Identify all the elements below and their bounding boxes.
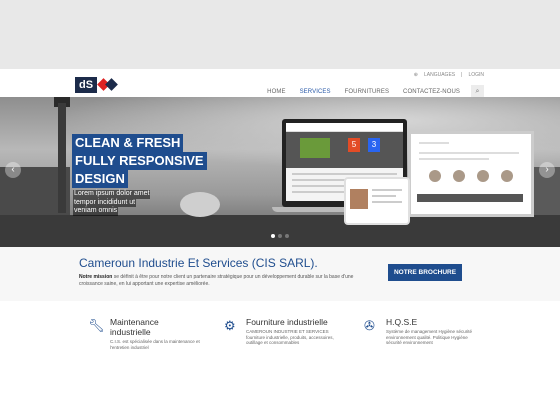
monitor-text-row: [419, 142, 449, 144]
page: dS ⊕ LANGUAGES | LOGIN HOME SERVICES FOU…: [0, 69, 560, 420]
mission-label: Notre mission: [79, 274, 113, 280]
languages-link[interactable]: LANGUAGES: [424, 72, 455, 78]
html5-logo: 5: [348, 138, 360, 152]
header: dS ⊕ LANGUAGES | LOGIN HOME SERVICES FOU…: [0, 69, 560, 98]
monitor-footer-bar: [417, 194, 523, 202]
feature-title[interactable]: Fourniture industrielle: [246, 317, 336, 327]
company-title: Cameroun Industrie Et Services (CIS SARL…: [79, 256, 318, 270]
monitor-text-row: [419, 152, 519, 154]
html5-label: 5: [351, 140, 357, 149]
logo[interactable]: dS: [75, 77, 121, 93]
slider-prev-arrow-icon[interactable]: ‹: [5, 162, 21, 178]
logo-text: dS: [75, 77, 97, 93]
slider-dot[interactable]: [285, 234, 289, 238]
hero-column: [58, 103, 66, 213]
nav-home[interactable]: HOME: [260, 89, 292, 95]
hero-caption-3: DESIGN: [72, 170, 128, 188]
feature-text: CAMEROUN INDUSTRIE ET SERVICES fournitur…: [246, 329, 334, 345]
slider-dot[interactable]: [278, 234, 282, 238]
avatar: [429, 170, 441, 182]
hero-fountain: [180, 192, 220, 217]
globe-icon: ⊕: [413, 72, 418, 78]
gears-icon: ⚙: [224, 318, 236, 333]
monitor-text-row: [419, 158, 489, 160]
tablet-mockup: [344, 177, 410, 225]
mission-body: se définit à être pour notre client un p…: [79, 274, 354, 287]
avatar: [501, 170, 513, 182]
avatar: [453, 170, 465, 182]
slider-dot[interactable]: [271, 234, 275, 238]
css3-label: 3: [371, 140, 377, 149]
wrench-icon: 🔧︎: [88, 318, 105, 333]
css3-logo: 3: [368, 138, 380, 152]
intro-section: Cameroun Industrie Et Services (CIS SARL…: [0, 247, 560, 301]
hero-lorem-line-2: tempor incididunt ut: [73, 198, 137, 207]
feature-title[interactable]: Maintenance industrielle: [110, 317, 200, 337]
logo-blue-mark: [105, 78, 118, 91]
hero-caption-1: CLEAN & FRESH: [72, 134, 184, 152]
avatar: [477, 170, 489, 182]
screen-text-row: [292, 173, 397, 175]
utility-links: ⊕ LANGUAGES | LOGIN: [414, 72, 484, 78]
feature-text: C.I.S. est spécialisée dans la maintenan…: [110, 339, 200, 350]
tablet-text-row: [372, 195, 396, 197]
screen-header: [286, 123, 403, 132]
slider-dots: [271, 234, 289, 238]
nav-fournitures[interactable]: FOURNITURES: [338, 89, 396, 95]
hero-lorem: Lorem ipsum dolor amet tempor incididunt…: [73, 190, 159, 216]
tablet-text-row: [372, 201, 402, 203]
nav-contact[interactable]: CONTACTEZ-NOUS: [396, 89, 467, 95]
screen-text-row: [292, 191, 352, 193]
login-link[interactable]: LOGIN: [468, 72, 484, 78]
hero-ground: [0, 215, 560, 247]
hero-lorem-line-3: veniam omnis: [73, 207, 119, 216]
hero-slider: CLEAN & FRESH FULLY RESPONSIVE DESIGN Lo…: [0, 97, 560, 247]
nav-services[interactable]: SERVICES: [293, 89, 338, 95]
separator: |: [461, 72, 463, 78]
hero-caption-2: FULLY RESPONSIVE: [72, 152, 207, 170]
wrench-alt-icon: ✇: [364, 318, 375, 333]
screen-green-box: [300, 138, 330, 158]
tablet-photo: [350, 189, 368, 209]
desktop-mockup: [408, 131, 534, 217]
mission-text: Notre mission se définit à être pour not…: [79, 274, 377, 287]
tablet-text-row: [372, 189, 402, 191]
slider-next-arrow-icon[interactable]: ›: [539, 162, 555, 178]
hero-lorem-line-1: Lorem ipsum dolor amet: [73, 190, 151, 199]
feature-text: Système de management Hygiène sécurité e…: [386, 329, 473, 345]
brochure-button[interactable]: NOTRE BROCHURE: [388, 264, 462, 281]
feature-title[interactable]: H.Q.S.E: [386, 317, 476, 327]
